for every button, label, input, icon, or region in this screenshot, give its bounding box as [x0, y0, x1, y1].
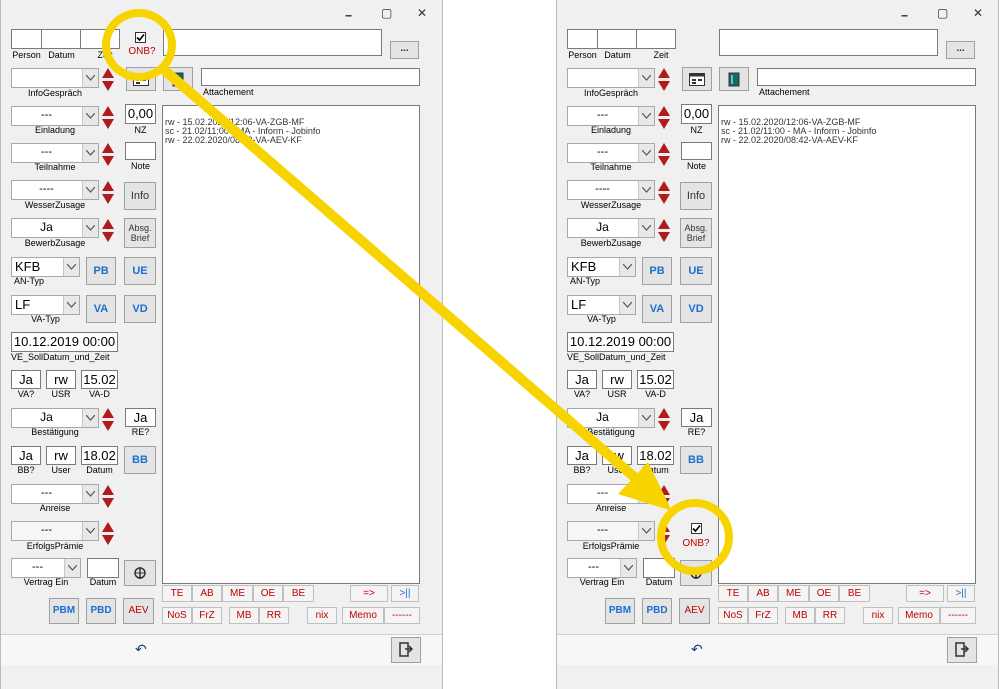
move-arrow-icon: [158, 64, 672, 511]
